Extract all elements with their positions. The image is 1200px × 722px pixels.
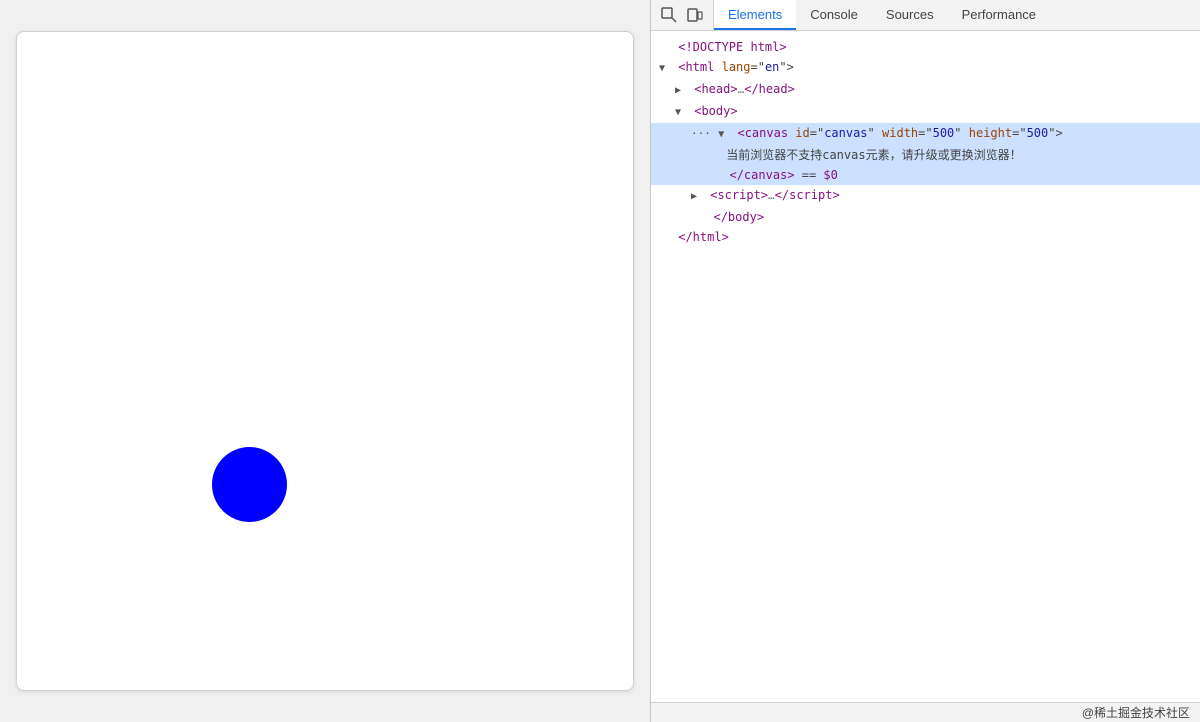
canvas-blue-circle [212, 447, 287, 522]
tab-console[interactable]: Console [796, 0, 872, 30]
devtools-toolbar: Elements Console Sources Performance [651, 0, 1200, 31]
page-frame [16, 31, 634, 691]
dom-line-body-open[interactable]: <body> [651, 101, 1200, 123]
dom-line-body-close[interactable]: </body> [651, 207, 1200, 227]
statusbar-text: @稀土掘金技术社区 [1082, 704, 1190, 721]
tab-performance[interactable]: Performance [948, 0, 1050, 30]
dom-line-canvas-text[interactable]: 当前浏览器不支持canvas元素，请升级或更换浏览器！ [651, 145, 1200, 165]
dom-line-script[interactable]: <script>…</script> [651, 185, 1200, 207]
devtools-tabs: Elements Console Sources Performance [714, 0, 1050, 30]
devtools-panel: Elements Console Sources Performance <!D… [650, 0, 1200, 722]
dom-line-head[interactable]: <head>…</head> [651, 79, 1200, 101]
dom-line-canvas-open[interactable]: ··· <canvas id="canvas" width="500" heig… [651, 123, 1200, 145]
dom-line-canvas-close[interactable]: </canvas> == $0 [651, 165, 1200, 185]
dom-line-doctype[interactable]: <!DOCTYPE html> [651, 37, 1200, 57]
devtools-icon-group [651, 0, 714, 30]
inspect-element-icon[interactable] [659, 5, 679, 25]
tab-elements[interactable]: Elements [714, 0, 796, 30]
browser-viewport [0, 0, 650, 722]
tab-sources[interactable]: Sources [872, 0, 948, 30]
devtools-statusbar: @稀土掘金技术社区 [651, 702, 1200, 722]
dom-line-html[interactable]: <html lang="en"> [651, 57, 1200, 79]
dom-line-html-close[interactable]: </html> [651, 227, 1200, 247]
device-toolbar-icon[interactable] [685, 5, 705, 25]
devtools-dom-tree: <!DOCTYPE html> <html lang="en"> <head>…… [651, 31, 1200, 702]
